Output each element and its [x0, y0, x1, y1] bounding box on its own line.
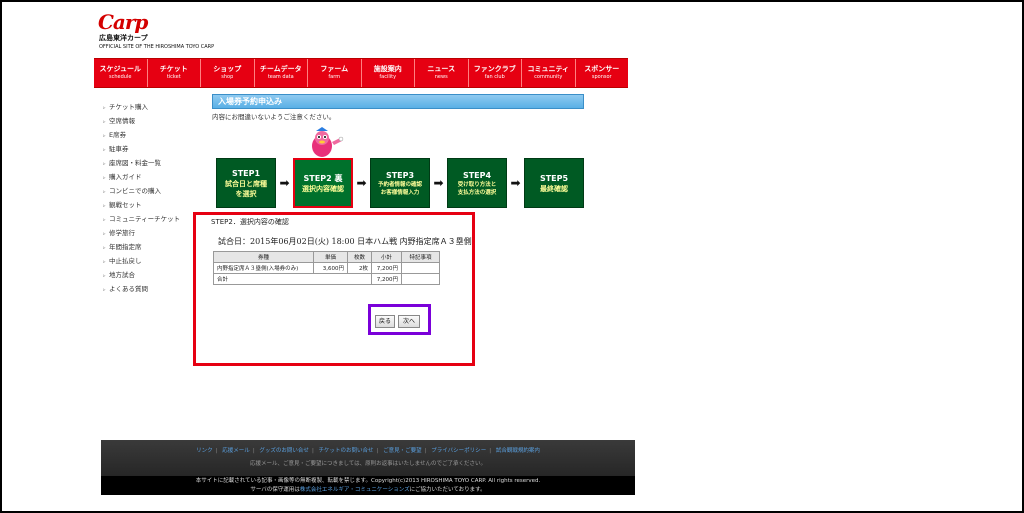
nav-item-news[interactable]: ニュース news: [415, 59, 469, 87]
copyright-text: 本サイトに記載されている記事・画像等の無断複製、転載を禁じます。Copyrigh…: [195, 478, 541, 484]
nav-item-fan-club[interactable]: ファンクラブ fan club: [469, 59, 522, 87]
arrow-right-icon: ➡: [433, 176, 444, 190]
notice-text: 内容にお間違いないようご注意ください。: [212, 113, 336, 121]
footer-note: 応援メール、ご意見・ご要望につきましては、原則お返事はいたしませんのでご了承くだ…: [249, 461, 487, 467]
step-1: STEP1 試合日と席種 を選択: [216, 158, 276, 208]
table-cell: 2枚: [347, 262, 372, 274]
nav-item-schedule[interactable]: スケジュール schedule: [94, 59, 148, 87]
table-total-row: 合計 7,200円: [213, 273, 440, 285]
sidebar: ▹ チケット購入 ▹ 空席情報 ▹ E席券 ▹ 駐車券 ▹ 座席図・料金一覧 ▹ 購入ガイド…: [103, 100, 203, 296]
sidebar-item[interactable]: ▹ よくある質問: [103, 282, 203, 296]
carp-logo[interactable]: Carp: [98, 10, 148, 34]
footer-link[interactable]: 試合観戦規約案内: [496, 448, 540, 454]
footer-link[interactable]: ご意見・ご要望: [383, 448, 422, 454]
table-header: 券種: [213, 251, 314, 263]
table-cell: [401, 273, 440, 285]
footer-link[interactable]: グッズのお問い合せ: [259, 448, 309, 454]
nav-item-farm[interactable]: ファーム farm: [308, 59, 362, 87]
table-header: 小計: [371, 251, 402, 263]
step-progress: STEP1 試合日と席種 を選択 ➡ STEP2 裏 選択内容確認 ➡ STEP…: [216, 158, 584, 208]
back-button[interactable]: 戻る: [375, 315, 395, 328]
table-header: 枚数: [347, 251, 372, 263]
table-cell: 内野指定席Ａ３塁側(入場券のみ): [213, 262, 314, 274]
step-2: STEP2 裏 選択内容確認: [293, 158, 353, 208]
sidebar-item[interactable]: ▹ 年間指定席: [103, 240, 203, 254]
total-label: 合計: [213, 273, 372, 285]
server-credit-link[interactable]: 株式会社エネルギア・コミュニケーションズ: [300, 487, 410, 493]
footer-link[interactable]: プライバシーポリシー: [431, 448, 486, 454]
step-caption: STEP2．選択内容の確認: [211, 218, 289, 226]
footer-links: リンク | 応援メール | グッズのお問い合せ | チケットのお問い合せ | ご意見・ご…: [196, 448, 540, 454]
table-header: 特記事項: [401, 251, 440, 263]
sidebar-item[interactable]: ▹ 観戦セット: [103, 198, 203, 212]
arrow-right-icon: ➡: [279, 176, 290, 190]
nav-item-team-data[interactable]: チームデータ team data: [255, 59, 308, 87]
page-title: 入場券予約申込み: [212, 94, 584, 109]
table-header: 単価: [313, 251, 348, 263]
site-name-jp: 広島東洋カープ: [99, 34, 148, 42]
nav-item-facility[interactable]: 施設案内 facility: [362, 59, 415, 87]
table-cell: 7,200円: [371, 262, 402, 274]
footer: リンク | 応援メール | グッズのお問い合せ | チケットのお問い合せ | ご意見・ご…: [101, 440, 635, 495]
mascot-icon: [312, 127, 344, 157]
ticket-summary-table: 券種 単価 枚数 小計 特記事項 内野指定席Ａ３塁側(入場券のみ) 3,600円…: [213, 251, 440, 285]
sidebar-item[interactable]: ▹ E席券: [103, 128, 203, 142]
arrow-right-icon: ➡: [356, 176, 367, 190]
step-5: STEP5 最終確認: [524, 158, 584, 208]
total-value: 7,200円: [371, 273, 402, 285]
footer-link[interactable]: 応援メール: [222, 448, 250, 454]
sidebar-item[interactable]: ▹ 修学旅行: [103, 226, 203, 240]
nav-item-ticket[interactable]: チケット ticket: [148, 59, 201, 87]
nav-item-shop[interactable]: ショップ shop: [201, 59, 255, 87]
step-4: STEP4 受け取り方法と 支払方法の選択: [447, 158, 507, 208]
game-title: 試合日：2015年06月02日(火) 18:00 日本ハム戦 内野指定席Ａ３塁側: [218, 237, 472, 246]
server-credit: サーバの保守運用は株式会社エネルギア・コミュニケーションズにご協力いただいており…: [250, 487, 486, 493]
footer-link[interactable]: チケットのお問い合せ: [319, 448, 374, 454]
sidebar-item[interactable]: ▹ 購入ガイド: [103, 170, 203, 184]
step-3: STEP3 予約者情報の確認 お客様情報入力: [370, 158, 430, 208]
table-cell: 3,600円: [313, 262, 348, 274]
sidebar-item[interactable]: ▹ 地方試合: [103, 268, 203, 282]
sidebar-item[interactable]: ▹ 空席情報: [103, 114, 203, 128]
sidebar-item[interactable]: ▹ 駐車券: [103, 142, 203, 156]
sidebar-item[interactable]: ▹ 座席図・料金一覧: [103, 156, 203, 170]
footer-link[interactable]: リンク: [196, 448, 213, 454]
sidebar-item[interactable]: ▹ チケット購入: [103, 100, 203, 114]
arrow-right-icon: ➡: [510, 176, 521, 190]
site-name-en: OFFICIAL SITE OF THE HIROSHIMA TOYO CARP: [99, 44, 215, 50]
sidebar-item[interactable]: ▹ コミュニティーチケット: [103, 212, 203, 226]
footer-copyright: 本サイトに記載されている記事・画像等の無断複製、転載を禁じます。Copyrigh…: [101, 476, 635, 495]
nav-item-sponsor[interactable]: スポンサー sponsor: [576, 59, 629, 87]
sidebar-item[interactable]: ▹ コンビニでの購入: [103, 184, 203, 198]
next-button[interactable]: 次へ: [398, 315, 420, 328]
table-row: 内野指定席Ａ３塁側(入場券のみ) 3,600円 2枚 7,200円: [213, 262, 440, 274]
sidebar-item[interactable]: ▹ 中止払戻し: [103, 254, 203, 268]
nav-item-community[interactable]: コミュニティ community: [522, 59, 576, 87]
main-nav: スケジュール schedule チケット ticket ショップ shop チームデー…: [94, 58, 628, 88]
table-cell: [401, 262, 440, 274]
table-header-row: 券種 単価 枚数 小計 特記事項: [213, 251, 440, 263]
